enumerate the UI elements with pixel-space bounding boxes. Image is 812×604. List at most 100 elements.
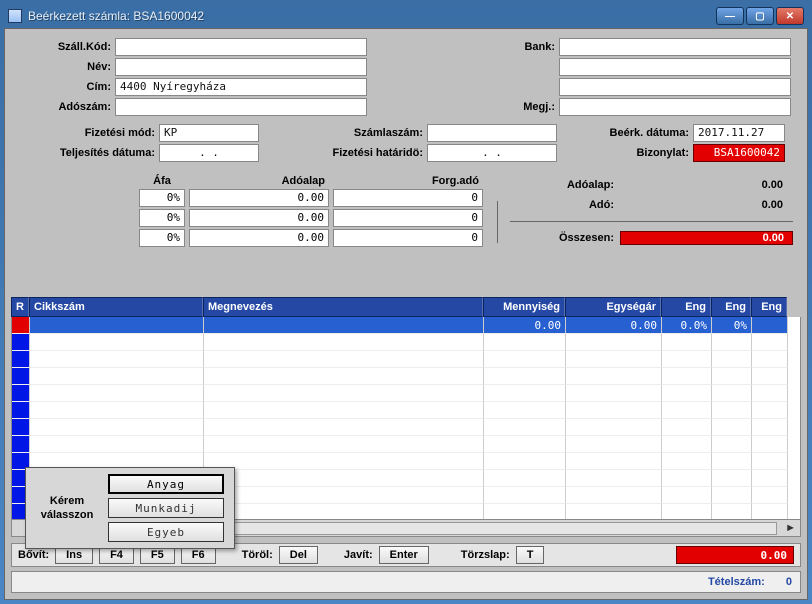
vertical-divider: [497, 201, 498, 243]
grid-row-empty[interactable]: [12, 436, 800, 453]
grid-row-empty[interactable]: [12, 334, 800, 351]
vat-afa-1[interactable]: 0%: [139, 209, 185, 227]
field-teljdat[interactable]: . .: [159, 144, 259, 162]
grand-total: 0.00: [676, 546, 794, 564]
grid-row-empty[interactable]: [12, 368, 800, 385]
vat-head-afa: Áfa: [139, 173, 185, 189]
grid-row-0[interactable]: 0.00 0.00 0.0% 0%: [12, 317, 800, 334]
label-fizmod: Fizetési mód:: [19, 127, 159, 139]
grid-cell-egys[interactable]: 0.00: [566, 317, 662, 334]
button-del[interactable]: Del: [279, 546, 318, 564]
vat-alap-2[interactable]: 0.00: [189, 229, 329, 247]
vat-forg-1[interactable]: 0: [333, 209, 483, 227]
popup-button-munkadij[interactable]: Munkadij: [108, 498, 224, 518]
button-enter[interactable]: Enter: [379, 546, 429, 564]
payment-block: Fizetési mód: KP Számlaszám: Beérk. dátu…: [5, 121, 807, 169]
label-cim: Cím:: [19, 81, 115, 93]
choose-popup: Kérem válasszon Anyag Munkadij Egyeb: [25, 467, 235, 549]
popup-button-egyeb[interactable]: Egyeb: [108, 522, 224, 542]
grid-col-eng3[interactable]: Eng: [751, 297, 787, 317]
grid-cell-menny[interactable]: 0.00: [484, 317, 566, 334]
field-fizhat[interactable]: . .: [427, 144, 557, 162]
field-adoszam[interactable]: [115, 98, 367, 116]
grid-row-empty[interactable]: [12, 351, 800, 368]
client-area: Száll.Kód: Bank: Név: Cím: 4400 Nyíregyh…: [4, 28, 808, 600]
grid-cell-eng1[interactable]: 0.0%: [662, 317, 712, 334]
status-tetelszam: Tételszám: 0: [708, 576, 792, 588]
app-window: Beérkezett számla: BSA1600042 — ▢ ✕ Szál…: [0, 0, 812, 604]
totals-block: Adóalap: 0.00 Adó: 0.00 Összesen: 0.00: [510, 175, 793, 249]
vat-afa-2[interactable]: 0%: [139, 229, 185, 247]
grid-row-empty[interactable]: [12, 419, 800, 436]
field-szamlaszam[interactable]: [427, 124, 557, 142]
grid-row-empty[interactable]: [12, 385, 800, 402]
vat-head-forg: Forg.adó: [333, 173, 483, 189]
window-controls: — ▢ ✕: [716, 7, 804, 25]
vat-forg-2[interactable]: 0: [333, 229, 483, 247]
label-javit: Javít:: [344, 549, 373, 561]
grid-row-marker[interactable]: [12, 419, 30, 436]
grid-col-eng1[interactable]: Eng: [661, 297, 711, 317]
field-fizmod[interactable]: KP: [159, 124, 259, 142]
field-megj[interactable]: [559, 98, 791, 116]
field-bizonylat: BSA1600042: [693, 144, 785, 162]
grid-col-eng2[interactable]: Eng: [711, 297, 751, 317]
grid-col-cikk[interactable]: Cikkszám: [29, 297, 203, 317]
grid-row-marker[interactable]: [12, 385, 30, 402]
grid-cell-eng3[interactable]: [752, 317, 788, 334]
vat-forg-0[interactable]: 0: [333, 189, 483, 207]
label-szall-kod: Száll.Kód:: [19, 41, 115, 53]
label-bank: Bank:: [503, 41, 559, 53]
grid-cell-meg[interactable]: [204, 317, 484, 334]
grid-row-marker[interactable]: [12, 317, 30, 334]
maximize-button[interactable]: ▢: [746, 7, 774, 25]
vat-head-alap: Adóalap: [189, 173, 329, 189]
label-megj: Megj.:: [503, 101, 559, 113]
grid-row-empty[interactable]: [12, 402, 800, 419]
form-area: Száll.Kód: Bank: Név: Cím: 4400 Nyíregyh…: [5, 29, 807, 121]
grid-col-egys[interactable]: Egységár: [565, 297, 661, 317]
grid-row-marker[interactable]: [12, 334, 30, 351]
titlebar: Beérkezett számla: BSA1600042 — ▢ ✕: [4, 4, 808, 28]
grid-col-meg[interactable]: Megnevezés: [203, 297, 483, 317]
field-cim[interactable]: 4400 Nyíregyháza: [115, 78, 367, 96]
field-szall-kod[interactable]: [115, 38, 367, 56]
label-bovit: Bővít:: [18, 549, 49, 561]
grid-col-menny[interactable]: Mennyiség: [483, 297, 565, 317]
totals-value-osszesen: 0.00: [620, 231, 793, 245]
scroll-right-icon[interactable]: ►: [781, 522, 800, 534]
label-bizonylat: Bizonylat:: [557, 147, 693, 159]
grid-row-marker[interactable]: [12, 351, 30, 368]
field-bank-2[interactable]: [559, 58, 791, 76]
field-nev[interactable]: [115, 58, 367, 76]
status-tetelszam-label: Tételszám:: [708, 576, 765, 588]
grid-row-marker[interactable]: [12, 436, 30, 453]
totals-value-ado: 0.00: [620, 199, 793, 211]
label-nev: Név:: [19, 61, 115, 73]
popup-prompt: Kérem válasszon: [26, 468, 108, 548]
grid-col-r[interactable]: R: [11, 297, 29, 317]
minimize-button[interactable]: —: [716, 7, 744, 25]
vat-alap-0[interactable]: 0.00: [189, 189, 329, 207]
popup-button-anyag[interactable]: Anyag: [108, 474, 224, 494]
window-title: Beérkezett számla: BSA1600042: [28, 9, 716, 23]
grid-cell-eng2[interactable]: 0%: [712, 317, 752, 334]
totals-label-osszesen: Összesen:: [510, 232, 620, 244]
button-t[interactable]: T: [516, 546, 545, 564]
app-icon: [8, 9, 22, 23]
grid-cell-cikk[interactable]: [30, 317, 204, 334]
label-beerk: Beérk. dátuma:: [557, 127, 693, 139]
vat-alap-1[interactable]: 0.00: [189, 209, 329, 227]
grid-row-marker[interactable]: [12, 402, 30, 419]
vat-block: Áfa 0% 0% 0% Adóalap 0.00 0.00 0.00 Forg…: [5, 169, 807, 257]
field-bank-1[interactable]: [559, 38, 791, 56]
status-tetelszam-value: 0: [786, 576, 792, 588]
label-torol: Töröl:: [242, 549, 273, 561]
field-bank-3[interactable]: [559, 78, 791, 96]
totals-label-ado: Adó:: [510, 199, 620, 211]
grid-row-marker[interactable]: [12, 368, 30, 385]
field-beerk-date[interactable]: 2017.11.27: [693, 124, 785, 142]
vat-afa-0[interactable]: 0%: [139, 189, 185, 207]
close-button[interactable]: ✕: [776, 7, 804, 25]
grid-header: R Cikkszám Megnevezés Mennyiség Egységár…: [11, 297, 801, 317]
